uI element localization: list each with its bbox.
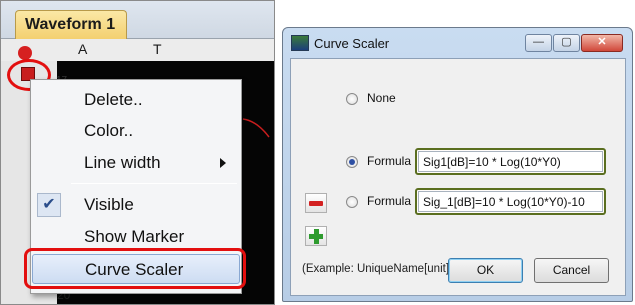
formula-2-frame [415, 188, 606, 215]
remove-formula-icon [309, 201, 323, 206]
column-t-label: T [153, 41, 162, 57]
menu-item-line-width-label: Line width [84, 153, 161, 172]
radio-formula-2-label[interactable]: Formula [367, 194, 411, 208]
menu-item-visible[interactable]: Visible [32, 190, 240, 220]
radio-none[interactable] [346, 93, 358, 105]
menu-item-line-width[interactable]: Line width [32, 148, 240, 178]
formula-1-input[interactable] [418, 151, 603, 172]
radio-formula-1[interactable] [346, 156, 358, 168]
remove-formula-button[interactable] [305, 193, 327, 213]
dialog-title: Curve Scaler [314, 36, 390, 51]
waveform-panel: Waveform 1 A T 17 20 Delete.. Color.. Li… [0, 0, 275, 305]
tab-strip: Waveform 1 [1, 1, 274, 40]
chevron-right-icon [220, 158, 226, 168]
add-formula-icon-vertical [314, 229, 319, 244]
curve-trace [242, 118, 270, 138]
maximize-button[interactable]: ▢ [553, 34, 580, 52]
radio-none-label[interactable]: None [367, 91, 396, 105]
column-header: A T [1, 39, 274, 61]
formula-2-input[interactable] [418, 191, 603, 212]
radio-formula-2[interactable] [346, 196, 358, 208]
tab-waveform-1[interactable]: Waveform 1 [15, 10, 127, 40]
radio-formula-1-label[interactable]: Formula [367, 154, 411, 168]
menu-item-delete[interactable]: Delete.. [32, 85, 240, 115]
menu-item-color[interactable]: Color.. [32, 116, 240, 146]
radio-selected-dot [349, 159, 355, 165]
dialog-titlebar[interactable]: Curve Scaler — ▢ ✕ [283, 28, 632, 58]
cancel-button[interactable]: Cancel [534, 258, 609, 283]
ok-button[interactable]: OK [448, 258, 523, 283]
close-button[interactable]: ✕ [581, 34, 623, 52]
column-a-label: A [78, 41, 88, 57]
add-formula-button[interactable] [305, 226, 327, 246]
menu-separator [71, 183, 237, 184]
formula-1-frame [415, 148, 606, 175]
curve-scaler-dialog: Curve Scaler — ▢ ✕ None Formula Formula … [282, 27, 633, 302]
app-icon [291, 35, 309, 51]
curve-scaler-annotation-box [24, 248, 246, 289]
red-dot-icon[interactable] [18, 46, 32, 60]
minimize-button[interactable]: — [525, 34, 552, 52]
